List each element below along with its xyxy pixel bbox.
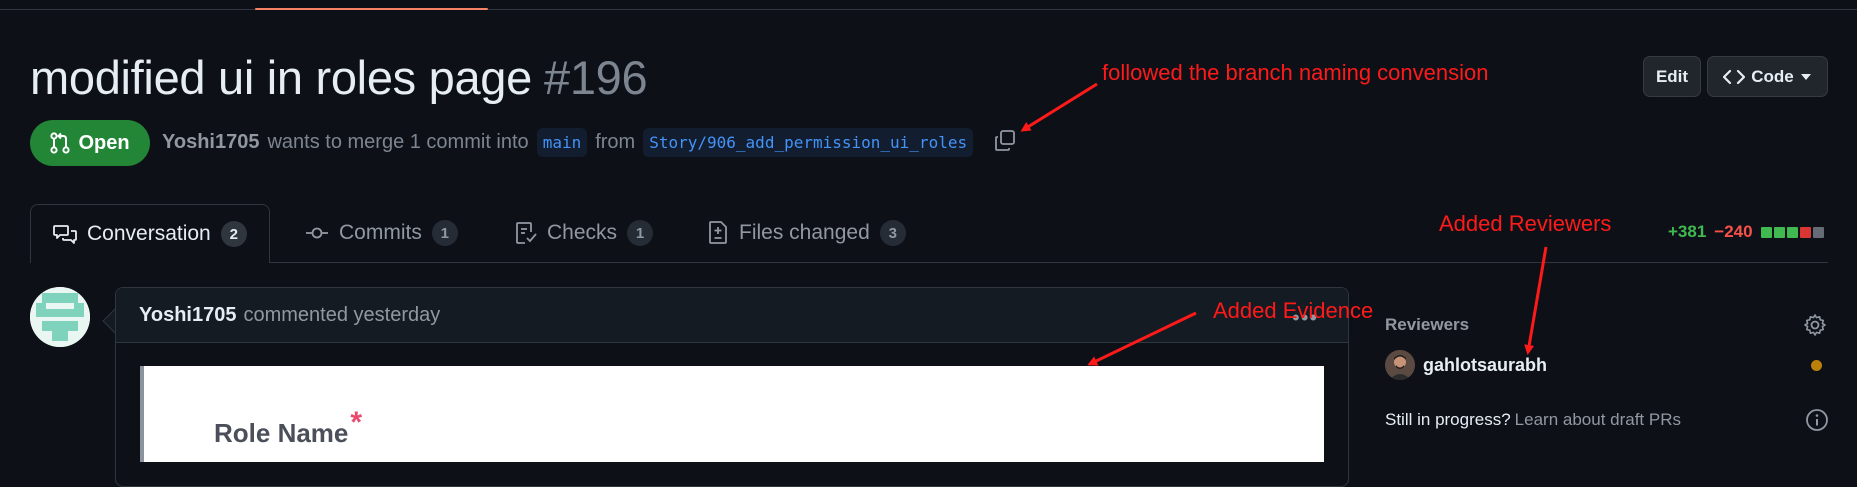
evidence-screenshot: Role Name* xyxy=(140,366,1324,462)
pr-title: modified ui in roles page #196 xyxy=(30,50,648,105)
draft-prs-link[interactable]: Learn about draft PRs xyxy=(1515,410,1681,429)
triangle-down-icon xyxy=(1800,73,1811,80)
tab-files-changed-count: 3 xyxy=(879,220,906,246)
code-icon xyxy=(1723,69,1746,84)
evidence-field-label: Role Name* xyxy=(214,406,362,450)
pr-state-label: Open xyxy=(78,131,130,154)
tab-checks-label: Checks xyxy=(547,221,618,244)
checklist-icon xyxy=(516,222,537,244)
code-button-label: Code xyxy=(1751,66,1794,86)
code-button[interactable]: Code xyxy=(1707,56,1828,97)
reviewer-name: gahlotsaurabh xyxy=(1423,354,1548,375)
info-icon[interactable] xyxy=(1805,408,1829,432)
diffstat-additions: +381 xyxy=(1668,222,1707,241)
diffstat-blocks xyxy=(1760,226,1824,238)
file-diff-icon xyxy=(709,221,727,244)
pr-merge-summary: Yoshi1705 wants to merge 1 commit into m… xyxy=(162,128,974,157)
comment-caret xyxy=(102,308,116,334)
comment-discussion-icon xyxy=(53,225,77,244)
annotation-branch-note: followed the branch naming convension xyxy=(1102,60,1489,85)
arrow-to-branch xyxy=(1020,82,1098,132)
comment-timestamp: commented yesterday xyxy=(243,303,441,326)
diffstat-block xyxy=(1760,226,1772,238)
gear-icon[interactable] xyxy=(1803,313,1827,337)
evidence-field-label-text: Role Name xyxy=(214,418,349,448)
review-pending-dot xyxy=(1811,360,1822,371)
required-asterisk: * xyxy=(350,406,363,439)
draft-hint: Still in progress? Learn about draft PRs xyxy=(1385,410,1681,430)
head-branch-link[interactable]: Story/906_add_permission_ui_roles xyxy=(643,128,974,157)
base-branch-link[interactable]: main xyxy=(536,128,588,157)
tab-conversation[interactable]: Conversation 2 xyxy=(30,204,270,263)
tab-checks[interactable]: Checks 1 xyxy=(515,204,654,262)
merge-text: wants to merge 1 commit into xyxy=(267,131,529,153)
reviewer-item[interactable]: gahlotsaurabh xyxy=(1385,350,1547,380)
active-nav-underline xyxy=(255,8,488,10)
git-pull-request-icon xyxy=(50,132,71,154)
tab-checks-count: 1 xyxy=(627,220,654,246)
diffstat: +381 −240 xyxy=(1668,222,1824,242)
draft-hint-text: Still in progress? xyxy=(1385,410,1511,429)
annotation-evidence-note: Added Evidence xyxy=(1213,298,1374,323)
comment-author-link[interactable]: Yoshi1705 xyxy=(139,304,236,327)
pr-state-badge: Open xyxy=(30,120,150,166)
edit-button[interactable]: Edit xyxy=(1643,56,1701,97)
diffstat-block xyxy=(1786,226,1798,238)
diffstat-block xyxy=(1773,226,1785,238)
tab-commits-label: Commits xyxy=(339,221,422,244)
author-avatar[interactable] xyxy=(30,287,90,347)
git-commit-icon xyxy=(306,227,328,239)
tab-commits-count: 1 xyxy=(431,220,458,246)
diffstat-block xyxy=(1812,226,1824,238)
tab-commits[interactable]: Commits 1 xyxy=(305,204,458,262)
diffstat-block xyxy=(1799,226,1811,238)
annotation-reviewers-note: Added Reviewers xyxy=(1439,211,1612,236)
identicon-image xyxy=(30,287,90,347)
diffstat-deletions: −240 xyxy=(1714,222,1753,241)
reviewer-avatar xyxy=(1385,350,1415,380)
tabs-divider xyxy=(30,262,1828,263)
copy-icon[interactable] xyxy=(993,129,1017,153)
pr-author-link[interactable]: Yoshi1705 xyxy=(162,131,259,154)
tab-files-changed[interactable]: Files changed 3 xyxy=(707,204,906,262)
tab-conversation-count: 2 xyxy=(220,221,247,247)
tab-conversation-label: Conversation xyxy=(87,222,211,245)
pr-title-text: modified ui in roles page xyxy=(30,51,532,104)
from-text: from xyxy=(595,131,636,153)
reviewers-heading: Reviewers xyxy=(1385,315,1470,334)
tab-files-changed-label: Files changed xyxy=(739,221,870,244)
pr-number: #196 xyxy=(543,51,648,104)
comment-header: Yoshi1705 commented yesterday xyxy=(116,288,1348,343)
